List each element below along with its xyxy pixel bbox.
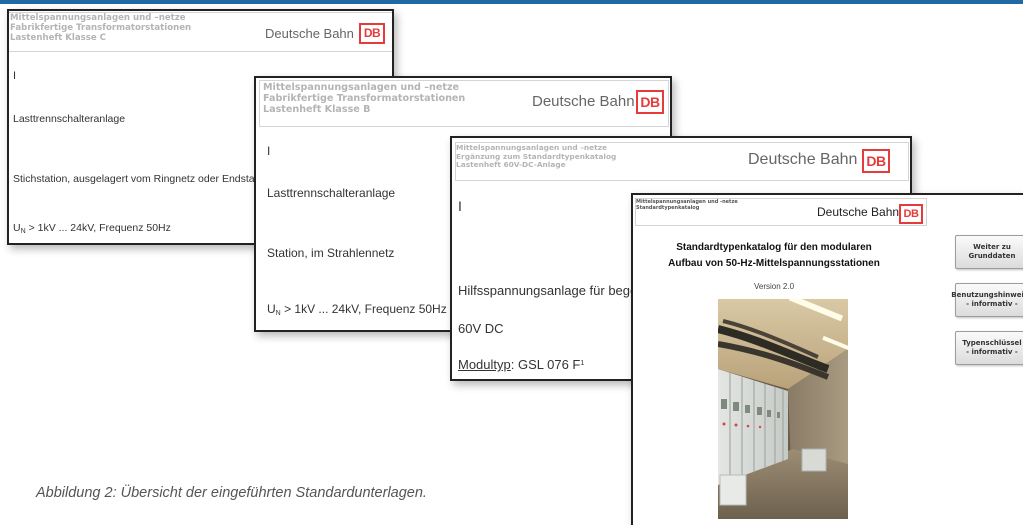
button-label: - informativ - — [966, 300, 1018, 308]
module-type-value: : GSL 076 F — [510, 357, 581, 372]
document-standardtypenkatalog: Mittelspannungsanlagen und -netze Standa… — [631, 193, 1023, 525]
weiter-zu-grunddaten-button[interactable]: Weiter zu Grunddaten — [955, 235, 1023, 269]
button-label: Typenschlüssel — [962, 338, 1022, 347]
module-type-label: Modultyp — [458, 357, 511, 372]
button-label: Benutzungshinweise — [951, 290, 1023, 299]
db-logo-icon: DB — [636, 90, 664, 114]
version-label: Version 2.0 — [753, 282, 795, 291]
footnote-mark: 1 — [580, 360, 585, 367]
header-line: Fabrikfertige Transformatorstationen — [263, 93, 466, 105]
header-line: Lastenheft Klasse B — [263, 104, 371, 116]
typenschluessel-button[interactable]: Typenschlüssel - informativ - — [955, 331, 1023, 365]
catalog-title-line: Aufbau von 50-Hz-Mittelspannungsstatione… — [668, 258, 880, 269]
voltage-spec: 60V DC — [458, 321, 504, 336]
header-text: Mittelspannungsanlagen und -netze Standa… — [636, 199, 738, 212]
header-text: Mittelspannungsanlagen und –netze Fabrik… — [263, 82, 465, 115]
db-logo-icon: DB — [862, 149, 890, 173]
header-line: Standardtypenkatalog — [636, 204, 700, 211]
db-logo-icon: DB — [899, 204, 923, 224]
switchgear-room-photo — [718, 299, 848, 519]
voltage-symbol: U — [13, 222, 21, 234]
voltage-range: > 1kV ... 24kV, Frequenz 50Hz — [280, 302, 447, 316]
roman-numeral: I — [267, 144, 271, 158]
voltage-spec: UN > 1kV ... 24kV, Frequenz 50Hz — [13, 222, 171, 235]
header-line: Mittelspannungsanlagen und –netze — [263, 82, 460, 93]
brand-name: Deutsche Bahn — [817, 205, 900, 219]
voltage-spec: UN > 1kV ... 24kV, Frequenz 50Hz — [267, 302, 447, 317]
brand-name: Deutsche Bahn — [532, 93, 635, 110]
header-line: Lastenheft 60V-DC-Anlage — [456, 160, 566, 170]
roman-numeral: I — [13, 70, 17, 82]
device-type: Lasttrennschalteranlage — [13, 113, 126, 125]
module-type: Modultyp: GSL 076 F1 — [458, 357, 584, 372]
device-type: Lasttrennschalteranlage — [267, 186, 396, 200]
db-logo-icon: DB — [359, 23, 385, 44]
button-label: Grunddaten — [968, 252, 1016, 260]
brand-name: Deutsche Bahn — [748, 151, 858, 168]
voltage-range: > 1kV ... 24kV, Frequenz 50Hz — [25, 222, 171, 234]
header-text: Mittelspannungsanlagen und –netze Ergänz… — [456, 143, 616, 170]
header-text: Mittelspannungsanlagen und –netze Fabrik… — [10, 13, 191, 44]
figure-caption: Abbildung 2: Übersicht der eingeführten … — [36, 485, 427, 501]
station-description: Station, im Strahlennetz — [267, 246, 395, 260]
top-accent-bar — [0, 0, 1023, 4]
header-line: Lastenheft Klasse C — [10, 32, 106, 43]
button-label: Weiter zu — [973, 242, 1011, 251]
button-label: - informativ - — [966, 348, 1018, 356]
catalog-title-line: Standardtypenkatalog für den modularen — [676, 242, 872, 253]
brand-name: Deutsche Bahn — [265, 26, 354, 41]
station-description: Stichstation, ausgelagert vom Ringnetz o… — [13, 173, 272, 185]
voltage-symbol: U — [267, 302, 276, 316]
benutzungshinweise-button[interactable]: Benutzungshinweise - informativ - — [951, 283, 1023, 317]
roman-numeral: I — [458, 198, 462, 214]
